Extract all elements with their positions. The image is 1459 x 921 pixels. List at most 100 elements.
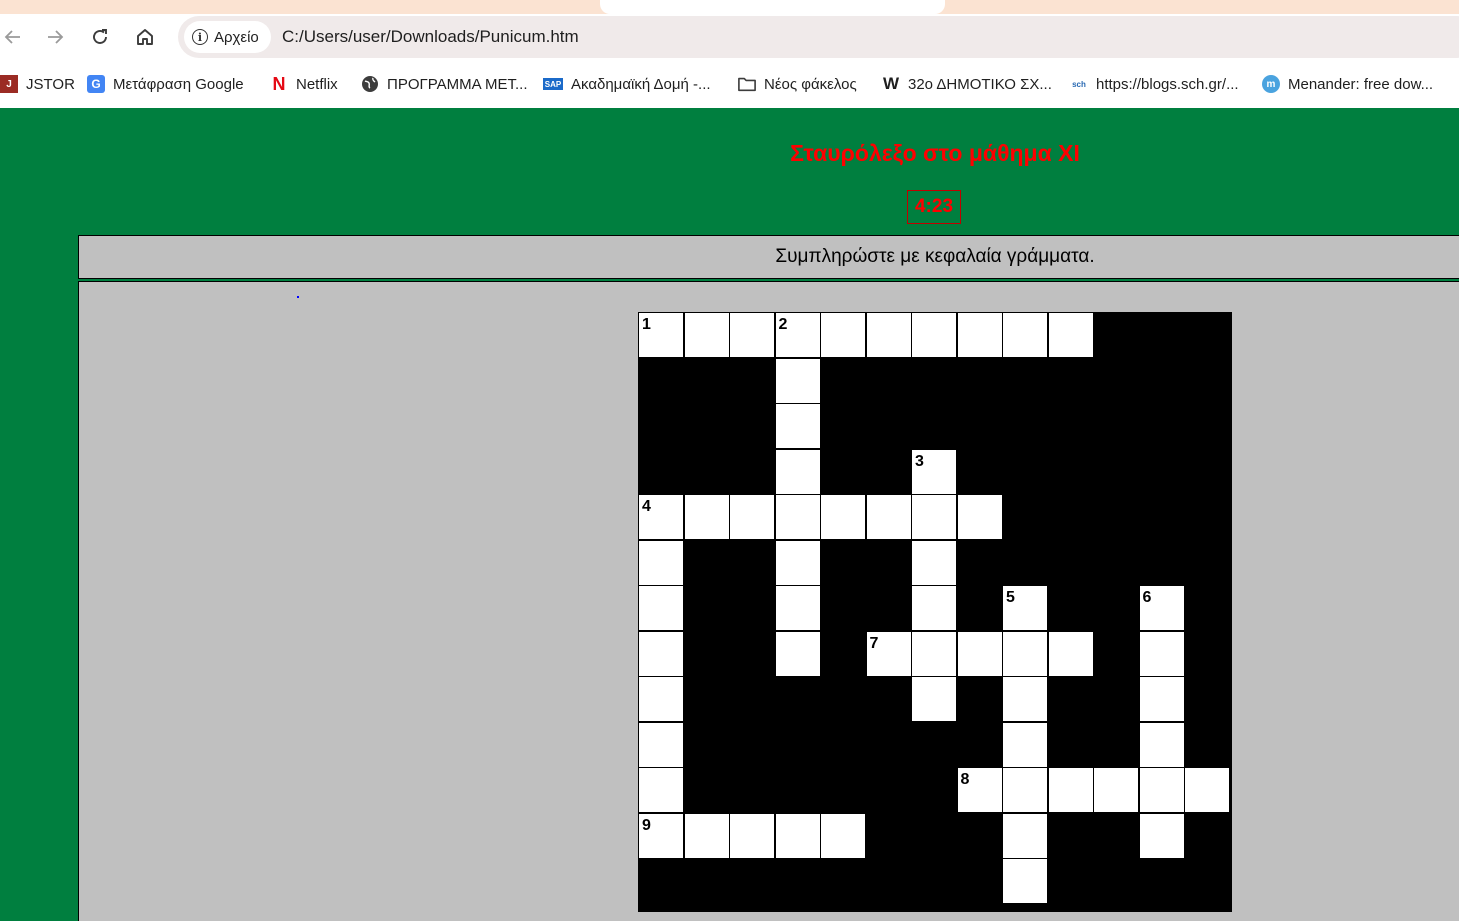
book-icon: m [1262, 75, 1280, 93]
crossword-cell[interactable]: 7 [866, 631, 911, 676]
clue-number: 6 [1142, 589, 1152, 606]
crossword-cell[interactable] [730, 313, 774, 357]
crossword-cell[interactable] [775, 404, 820, 448]
crossword-cell[interactable] [775, 631, 820, 676]
crossword-cell[interactable] [775, 813, 820, 858]
crossword-cell[interactable]: 4 [639, 495, 683, 539]
crossword-cell[interactable] [912, 313, 956, 357]
site-info-label: Αρχείο [214, 28, 259, 46]
crossword-cell[interactable] [957, 631, 1002, 676]
crossword-cell[interactable] [1139, 677, 1184, 721]
bookmark-label: https://blogs.sch.gr/... [1096, 75, 1239, 93]
crossword-cell[interactable]: 1 [639, 313, 683, 357]
crossword-cell[interactable] [912, 631, 956, 676]
crossword-cell[interactable] [639, 540, 683, 585]
crossword-cell[interactable] [639, 722, 683, 767]
crossword-cell[interactable] [912, 677, 956, 721]
reload-button[interactable] [87, 24, 113, 50]
crossword-cell[interactable] [684, 495, 729, 539]
crossword-cell[interactable] [1003, 677, 1047, 721]
clue-number: 3 [915, 452, 924, 470]
bookmark-label: ΠΡΟΓΡΑΜΜΑ ΜΕΤ... [387, 75, 528, 93]
bookmark-google-translate[interactable]: G Μετάφραση Google [87, 73, 244, 95]
weebly-icon: W [882, 74, 900, 93]
crossword-cell[interactable]: 8 [957, 768, 1002, 812]
clue-number: 1 [642, 316, 651, 333]
instructions-panel: Συμπληρώστε με κεφαλαία γράμματα. [78, 235, 1459, 279]
jstor-icon: J [0, 75, 18, 93]
crossword-cell[interactable] [684, 313, 729, 357]
crossword-cell[interactable] [1003, 722, 1047, 767]
crossword-cell[interactable] [957, 313, 1002, 357]
crossword-cell[interactable] [866, 313, 911, 357]
site-info-chip[interactable]: i Αρχείο [184, 21, 271, 53]
bookmark-programma[interactable]: ΠΡΟΓΡΑΜΜΑ ΜΕΤ... [361, 73, 528, 95]
bookmarks-bar: J JSTOR G Μετάφραση Google N Netflix ΠΡΟ… [0, 60, 1459, 108]
globe-icon [361, 75, 379, 93]
crossword-cell[interactable] [639, 677, 683, 721]
bookmark-neos-fakelos[interactable]: Νέος φάκελος [738, 73, 857, 95]
bookmark-jstor[interactable]: J JSTOR [0, 73, 75, 95]
crossword-cell[interactable] [1003, 631, 1047, 676]
crossword-cell[interactable] [775, 495, 820, 539]
crossword-cell[interactable] [639, 586, 683, 630]
crossword-cell[interactable] [912, 540, 956, 585]
crossword-cell[interactable]: 5 [1003, 586, 1047, 630]
back-button[interactable] [0, 24, 26, 50]
bookmark-akadimaiki-domi[interactable]: SAP Ακαδημαϊκή Δομή -... [543, 73, 711, 95]
crossword-cell[interactable] [1185, 768, 1229, 812]
crossword-cell[interactable] [1139, 631, 1184, 676]
folder-icon [738, 75, 756, 93]
crossword-cell[interactable] [1139, 722, 1184, 767]
tab-strip [0, 0, 1459, 14]
clue-number: 4 [642, 498, 651, 515]
bookmark-netflix[interactable]: N Netflix [270, 73, 338, 95]
crossword-cell[interactable] [775, 358, 820, 403]
crossword-cell[interactable]: 9 [639, 813, 683, 858]
crossword-cell[interactable] [1048, 313, 1093, 357]
crossword-cell[interactable] [1003, 313, 1047, 357]
decorative-dot [297, 296, 299, 298]
crossword-cell[interactable] [775, 540, 820, 585]
clue-number: 7 [869, 634, 879, 652]
crossword-cell[interactable] [775, 449, 820, 494]
address-bar[interactable]: i Αρχείο C:/Users/user/Downloads/Punicum… [178, 16, 1459, 58]
crossword-cell[interactable] [1003, 859, 1047, 903]
crossword-cell[interactable] [639, 631, 683, 676]
crossword-cell[interactable] [866, 495, 911, 539]
home-button[interactable] [132, 24, 158, 50]
url-text[interactable]: C:/Users/user/Downloads/Punicum.htm [282, 27, 579, 47]
clue-number: 2 [778, 316, 788, 333]
crossword-cell[interactable] [957, 495, 1002, 539]
active-tab[interactable] [600, 0, 945, 14]
crossword-cell[interactable] [1139, 813, 1184, 858]
bookmark-menander[interactable]: m Menander: free dow... [1262, 73, 1433, 95]
crossword-cell[interactable] [821, 313, 865, 357]
crossword-cell[interactable] [730, 813, 774, 858]
crossword-cell[interactable] [912, 586, 956, 630]
crossword-cell[interactable] [1094, 768, 1138, 812]
bookmark-label: Μετάφραση Google [113, 75, 244, 93]
forward-button[interactable] [42, 24, 68, 50]
browser-toolbar: i Αρχείο C:/Users/user/Downloads/Punicum… [0, 14, 1459, 60]
countdown-timer: 4:23 [907, 190, 961, 224]
crossword-cell[interactable]: 2 [775, 313, 820, 357]
crossword-cell[interactable] [1139, 768, 1184, 812]
crossword-cell[interactable] [1048, 768, 1093, 812]
crossword-cell[interactable] [639, 768, 683, 812]
crossword-cell[interactable] [684, 813, 729, 858]
crossword-cell[interactable] [730, 495, 774, 539]
arrow-left-icon [4, 30, 20, 44]
crossword-cell[interactable] [1003, 768, 1047, 812]
crossword-cell[interactable] [821, 813, 865, 858]
clue-number: 5 [1006, 589, 1015, 606]
crossword-cell[interactable]: 3 [912, 449, 956, 494]
crossword-cell[interactable] [1048, 631, 1093, 676]
crossword-cell[interactable]: 6 [1139, 586, 1184, 630]
crossword-cell[interactable] [775, 586, 820, 630]
bookmark-blogs-sch[interactable]: sch https://blogs.sch.gr/... [1070, 73, 1239, 95]
bookmark-32o-dimotiko[interactable]: W 32ο ΔΗΜΟΤΙΚΟ ΣΧ... [882, 73, 1052, 95]
crossword-cell[interactable] [821, 495, 865, 539]
crossword-cell[interactable] [1003, 813, 1047, 858]
crossword-cell[interactable] [912, 495, 956, 539]
